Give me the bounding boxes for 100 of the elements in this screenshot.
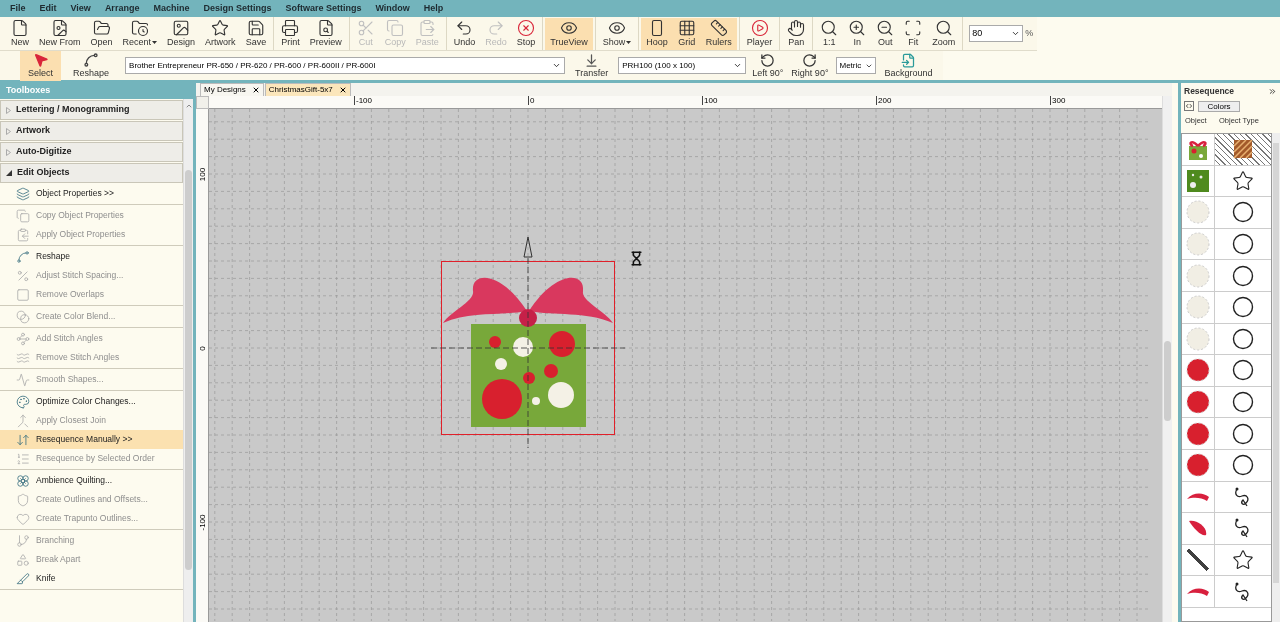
zoom-unit: % <box>1025 26 1034 40</box>
toolbox-item[interactable]: Optimize Color Changes... <box>0 392 183 411</box>
object-row[interactable] <box>1182 323 1271 356</box>
toolbox-section[interactable]: Artwork <box>0 121 183 141</box>
object-row[interactable] <box>1182 544 1271 577</box>
menu-item[interactable]: Design Settings <box>203 1 272 16</box>
panel-title: Resequence <box>1184 84 1235 98</box>
document-icon <box>901 52 916 68</box>
menu-item[interactable]: Edit <box>39 1 57 16</box>
object-row[interactable] <box>1182 134 1271 166</box>
toolbar-button[interactable]: New <box>6 17 34 50</box>
colors-button[interactable]: Colors <box>1198 100 1240 112</box>
scroll-thumb[interactable] <box>185 170 192 570</box>
toolbar-button[interactable]: Artwork <box>200 17 241 50</box>
toolbox-item[interactable]: Object Properties >> <box>0 184 183 203</box>
toolbar-button[interactable]: Player <box>741 17 778 50</box>
scrollbar[interactable] <box>1272 133 1280 622</box>
toolbox-item[interactable]: Ambience Quilting... <box>0 471 183 490</box>
toolbox-item[interactable]: Resequence Manually >> <box>0 430 183 449</box>
rotate-handle-icon[interactable] <box>523 236 533 258</box>
join-icon <box>16 413 30 428</box>
transfer-button[interactable]: Transfer <box>569 52 615 79</box>
object-row[interactable] <box>1182 481 1271 514</box>
rotate-button[interactable]: Right 90° <box>789 52 831 79</box>
toolbox-item[interactable]: Knife <box>0 569 183 588</box>
toolbar-button[interactable]: Show <box>597 17 637 50</box>
object-row[interactable] <box>1182 197 1271 229</box>
undo-icon <box>455 19 474 37</box>
ruler-icon <box>709 19 728 37</box>
object-row[interactable] <box>1182 449 1271 482</box>
toolbar-button[interactable]: 1:1 <box>815 17 844 50</box>
menu-item[interactable]: Window <box>375 1 410 16</box>
background-button[interactable]: Background <box>880 52 937 79</box>
toolbar-button[interactable]: Pan <box>782 17 811 50</box>
ruler-label: 100 <box>197 166 207 184</box>
menu-item[interactable]: View <box>70 1 91 16</box>
object-row[interactable] <box>1182 260 1271 292</box>
toolbox-item[interactable]: Reshape <box>0 247 183 266</box>
ruler-label: -100 <box>354 96 372 105</box>
units-dropdown[interactable]: Metric <box>836 57 877 74</box>
circle-icon <box>1232 327 1254 350</box>
outline-icon <box>16 492 30 507</box>
object-row[interactable] <box>1182 291 1271 324</box>
toolbar-button[interactable]: Undo <box>448 17 481 50</box>
toolbar-button[interactable]: In <box>843 17 872 50</box>
scroll-thumb[interactable] <box>1273 143 1279 583</box>
toolbar-button[interactable]: Zoom <box>927 17 961 50</box>
menu-item[interactable]: Arrange <box>104 1 140 16</box>
object-row[interactable] <box>1182 228 1271 261</box>
scrollbar[interactable] <box>183 99 193 622</box>
toolbox-section[interactable]: Edit Objects <box>0 163 183 183</box>
toolbar-button[interactable]: Recent <box>117 17 163 50</box>
document-tab[interactable]: My Designs <box>200 83 264 96</box>
toolbar-button[interactable]: Print <box>276 17 305 50</box>
ruler-label: 100 <box>702 96 718 105</box>
object-row[interactable] <box>1182 576 1271 608</box>
collapse-icon[interactable] <box>1268 86 1277 96</box>
document-tab[interactable]: ChristmasGift-5x7 <box>264 83 351 96</box>
save-icon <box>246 19 265 37</box>
toolbar-button[interactable]: Preview <box>304 17 347 50</box>
toolbar-button[interactable]: Stop <box>511 17 541 50</box>
scroll-thumb[interactable] <box>1164 341 1171 421</box>
object-row[interactable] <box>1182 386 1271 419</box>
clipboard-icon <box>418 19 437 37</box>
curve-lines-icon <box>16 350 30 365</box>
machine-dropdown[interactable]: Brother Entrepreneur PR-650 / PR-620 / PR-600 / PR-600II / PR-600I <box>125 57 566 74</box>
toolbox-section[interactable]: Auto-Digitize <box>0 142 183 162</box>
percent-icon <box>16 268 30 283</box>
menu-item[interactable]: File <box>10 1 26 16</box>
ruler-label: -100 <box>197 513 207 533</box>
hoop-dropdown[interactable]: PRH100 (100 x 100) <box>618 57 747 74</box>
toolbar-button[interactable]: Grid <box>672 17 701 50</box>
toolbar-button[interactable]: Save <box>240 17 272 50</box>
rotate-button[interactable]: Left 90° <box>750 52 786 79</box>
object-row[interactable] <box>1182 418 1271 450</box>
scrollbar[interactable] <box>1162 96 1172 622</box>
menu-item[interactable]: Software Settings <box>285 1 362 16</box>
toolbar-button[interactable]: Fit <box>899 17 928 50</box>
rotate-right-icon <box>802 52 818 68</box>
menu-item[interactable]: Machine <box>153 1 190 16</box>
play-icon <box>750 19 769 37</box>
toolbar-button[interactable]: Design <box>162 17 201 50</box>
expand-icon[interactable] <box>1184 101 1194 111</box>
object-row[interactable] <box>1182 513 1271 545</box>
grid-icon <box>677 19 696 37</box>
toolbox-section[interactable]: Lettering / Monogramming <box>0 100 183 120</box>
toolbar-button[interactable]: Rulers <box>700 17 737 50</box>
object-row[interactable] <box>1182 355 1271 387</box>
toolbar-button[interactable]: Out <box>871 17 900 50</box>
tool-button[interactable]: Select <box>20 50 61 81</box>
toolbar-button[interactable]: Hoop <box>641 17 673 50</box>
toolbar-button[interactable]: TrueView <box>545 17 593 50</box>
toolbar-button[interactable]: New From <box>34 17 86 50</box>
eye-icon <box>560 19 578 37</box>
toolbar-button[interactable]: Open <box>85 17 118 50</box>
caret-icon <box>626 41 632 44</box>
star-icon <box>1232 169 1254 192</box>
tool-button[interactable]: Reshape <box>65 50 118 81</box>
menu-item[interactable]: Help <box>423 1 444 16</box>
zoom-field[interactable]: 80 <box>969 25 1024 42</box>
